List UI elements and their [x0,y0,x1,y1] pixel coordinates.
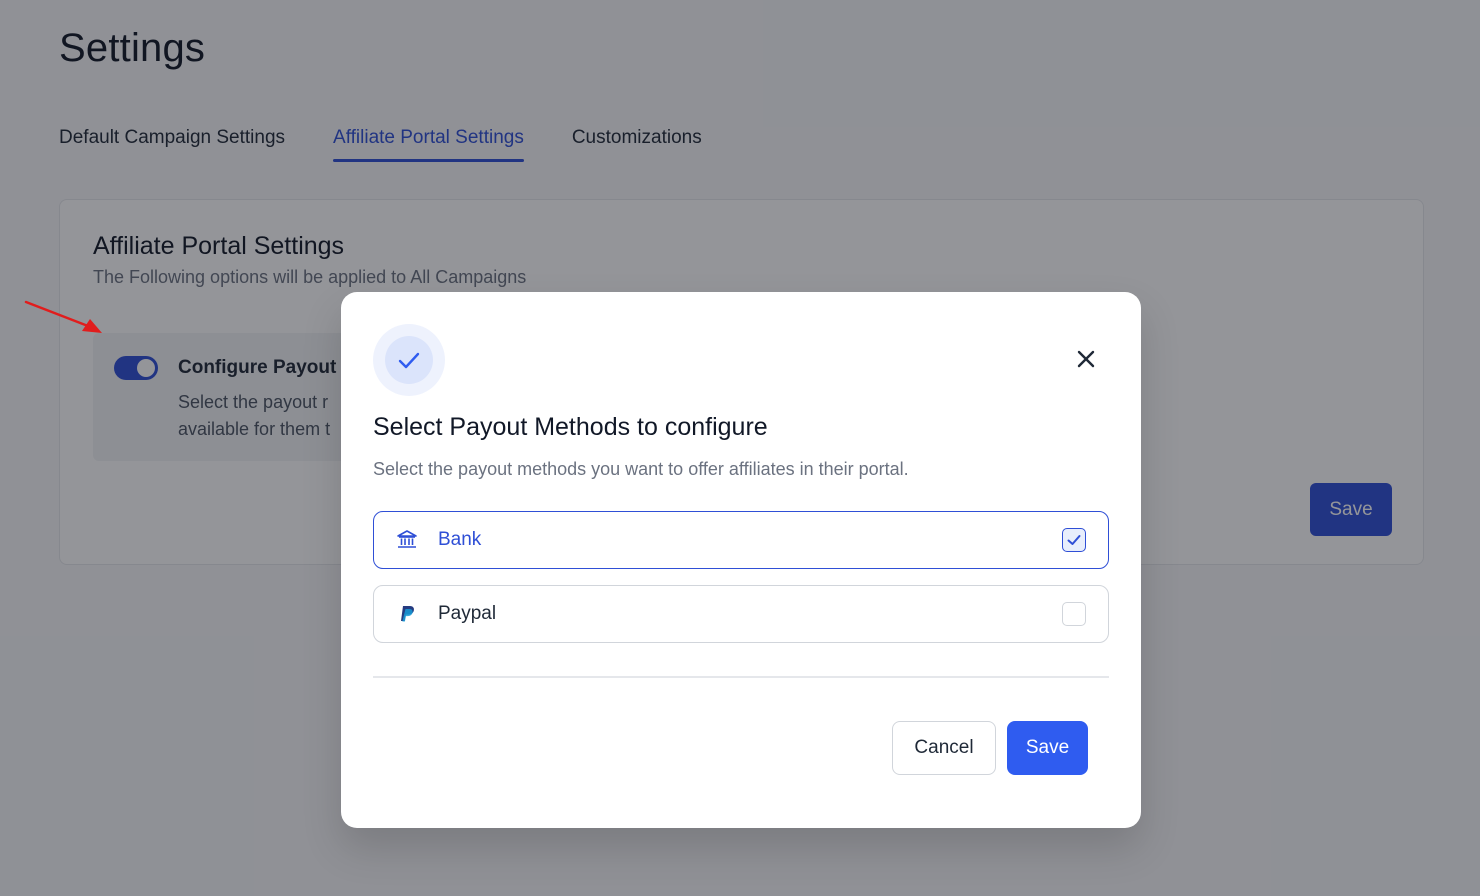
payout-method-paypal[interactable]: Paypal [373,585,1109,643]
modal-title: Select Payout Methods to configure [373,413,768,441]
check-icon [398,352,420,369]
payout-method-bank[interactable]: Bank [373,511,1109,569]
paypal-checkbox[interactable] [1062,602,1086,626]
modal-subtitle: Select the payout methods you want to of… [373,459,909,479]
cancel-button[interactable]: Cancel [892,721,996,775]
close-icon [1077,350,1095,368]
payout-method-label: Bank [438,529,482,550]
checkmark-icon [1067,535,1081,545]
bank-checkbox[interactable] [1062,528,1086,552]
close-button[interactable] [1071,344,1101,374]
save-button[interactable]: Save [1007,721,1088,775]
bank-icon [397,530,417,548]
modal-divider [373,676,1109,678]
paypal-icon [401,606,414,622]
annotation-arrow-icon [24,300,102,333]
payout-methods-modal: Select Payout Methods to configure Selec… [341,292,1141,828]
payout-method-label: Paypal [438,603,497,624]
modal-icon-badge [373,324,445,396]
